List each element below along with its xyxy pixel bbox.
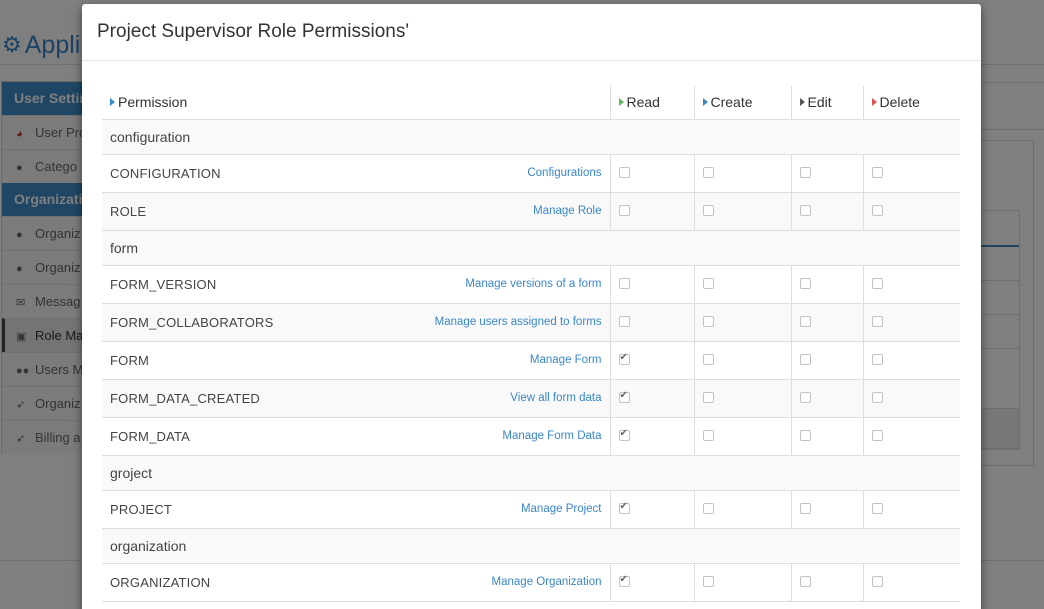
permission-name: FORM [110,352,150,368]
sort-arrow-icon [871,98,877,107]
edit-checkbox[interactable] [799,315,811,327]
column-header-edit[interactable]: Edit [790,86,863,120]
read-checkbox[interactable] [618,315,630,327]
read-checkbox[interactable] [618,501,630,514]
table-row: FORM Manage Form [102,341,960,380]
permission-name: FORM_COLLABORATORS [110,314,274,330]
edit-checkbox[interactable] [799,166,811,178]
permission-cell: ORGANIZATION Manage Organization [102,575,610,590]
delete-checkbox[interactable] [871,277,883,289]
permission-name: PROJECT [110,501,173,517]
modal-title: Project Supervisor Role Permissions' [97,21,409,42]
permission-cell: FORM_COLLABORATORS Manage users assigned … [102,315,610,330]
sort-arrow-icon [799,98,805,107]
permission-cell: FORM_DATA_CREATED View all form data [102,391,610,406]
create-checkbox[interactable] [702,391,714,403]
table-row: CONFIGURATION Configurations [102,154,960,193]
permission-group-label: organization [102,528,960,564]
permission-description-link[interactable]: Manage Role [533,205,601,217]
edit-checkbox[interactable] [799,277,811,289]
delete-checkbox[interactable] [871,204,883,216]
permissions-modal: Project Supervisor Role Permissions' Per… [82,4,981,609]
permission-name: FORM_DATA_CREATED [110,390,261,406]
permission-cell: FORM_DATA Manage Form Data [102,429,610,444]
create-checkbox[interactable] [702,204,714,216]
permission-description-link[interactable]: Manage Form [530,354,602,366]
column-header-permission[interactable]: Permission [102,86,610,120]
permission-group-label: configuration [102,119,960,155]
read-checkbox[interactable] [618,166,630,178]
permissions-table-body: configuration CONFIGURATION Configurations… [102,119,960,602]
table-row: FORM_DATA Manage Form Data [102,417,960,456]
table-row: ORGANIZATION Manage Organization [102,563,960,602]
create-checkbox[interactable] [702,315,714,327]
permission-group-row: form [102,230,960,266]
delete-checkbox[interactable] [871,391,883,403]
create-checkbox[interactable] [702,166,714,178]
delete-checkbox[interactable] [871,166,883,178]
permission-name: ROLE [110,203,147,219]
permission-description-link[interactable]: View all form data [510,392,601,404]
permission-description-link[interactable]: Manage versions of a form [465,278,601,290]
permission-description-link[interactable]: Manage Form Data [502,430,601,442]
permissions-table: Permission Read Create Edit Delete confi… [102,86,960,602]
permission-cell: FORM Manage Form [102,353,610,368]
read-checkbox[interactable] [618,277,630,289]
table-header-row: Permission Read Create Edit Delete [102,86,960,120]
permission-description-link[interactable]: Configurations [527,167,601,179]
table-row: FORM_VERSION Manage versions of a form [102,265,960,304]
permission-group-label: form [102,230,960,266]
permission-cell: FORM_VERSION Manage versions of a form [102,277,610,292]
permission-name: ORGANIZATION [110,574,211,590]
create-checkbox[interactable] [702,502,714,514]
column-header-create[interactable]: Create [693,86,791,120]
create-checkbox[interactable] [702,277,714,289]
permission-name: FORM_VERSION [110,276,217,292]
modal-body: Permission Read Create Edit Delete confi… [102,86,960,602]
permission-name: FORM_DATA [110,428,191,444]
sort-arrow-icon [702,98,708,107]
read-checkbox[interactable] [618,428,630,441]
read-checkbox[interactable] [618,390,630,403]
delete-checkbox[interactable] [871,353,883,365]
column-header-read[interactable]: Read [609,86,694,120]
permission-description-link[interactable]: Manage users assigned to forms [435,316,602,328]
edit-checkbox[interactable] [799,204,811,216]
sort-arrow-icon [110,98,115,107]
delete-checkbox[interactable] [871,429,883,441]
edit-checkbox[interactable] [799,353,811,365]
delete-checkbox[interactable] [871,575,883,587]
read-checkbox[interactable] [618,574,630,587]
modal-header: Project Supervisor Role Permissions' [82,4,981,61]
column-header-delete[interactable]: Delete [862,86,960,120]
permission-group-row: organization [102,528,960,564]
table-row: ROLE Manage Role [102,192,960,231]
edit-checkbox[interactable] [799,391,811,403]
permission-cell: PROJECT Manage Project [102,502,610,517]
read-checkbox[interactable] [618,204,630,216]
delete-checkbox[interactable] [871,315,883,327]
edit-checkbox[interactable] [799,502,811,514]
permission-cell: ROLE Manage Role [102,204,610,219]
permission-cell: CONFIGURATION Configurations [102,166,610,181]
table-row: FORM_COLLABORATORS Manage users assigned … [102,303,960,342]
permission-description-link[interactable]: Manage Project [521,503,602,515]
create-checkbox[interactable] [702,353,714,365]
permission-name: CONFIGURATION [110,165,221,181]
table-row: FORM_DATA_CREATED View all form data [102,379,960,418]
edit-checkbox[interactable] [799,575,811,587]
delete-checkbox[interactable] [871,502,883,514]
permission-group-row: groject [102,455,960,491]
sort-arrow-icon [618,98,624,107]
permission-group-row: configuration [102,119,960,155]
create-checkbox[interactable] [702,575,714,587]
permission-description-link[interactable]: Manage Organization [492,576,602,588]
permission-group-label: groject [102,455,960,491]
create-checkbox[interactable] [702,429,714,441]
read-checkbox[interactable] [618,352,630,365]
table-row: PROJECT Manage Project [102,490,960,529]
edit-checkbox[interactable] [799,429,811,441]
